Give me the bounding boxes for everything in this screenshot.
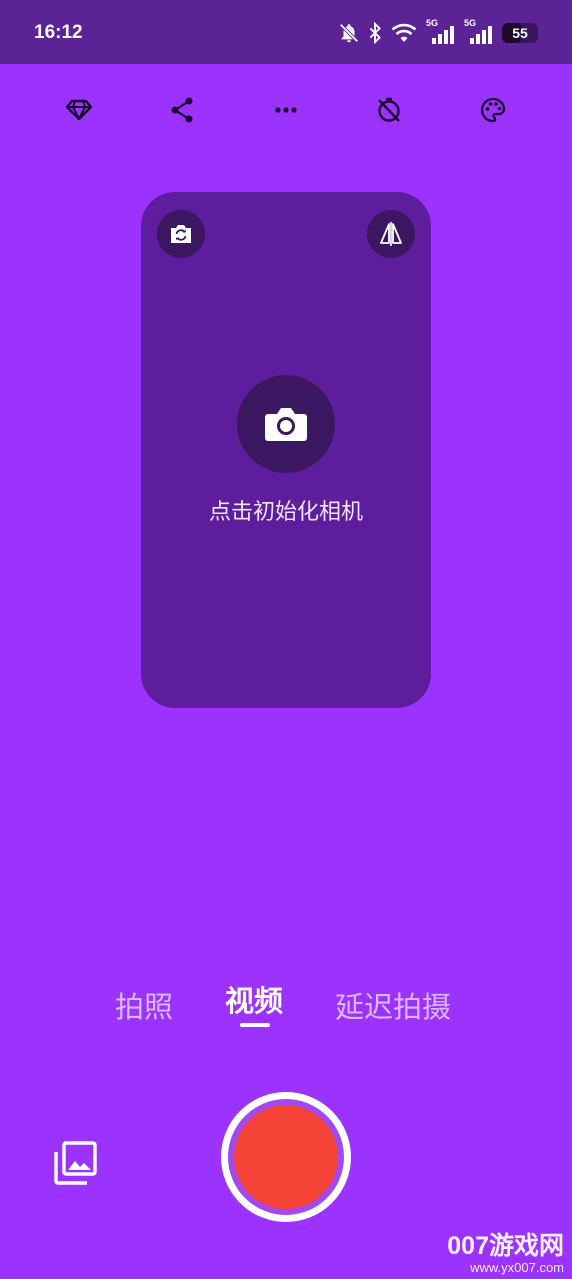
init-camera-button[interactable] <box>237 375 335 473</box>
init-camera-label[interactable]: 点击初始化相机 <box>141 494 431 526</box>
record-button-inner <box>234 1105 338 1209</box>
signal-5g-icon: 5G <box>426 18 456 46</box>
diamond-icon <box>66 99 92 121</box>
status-icons: 5G 5G 55 <box>338 18 538 48</box>
gallery-icon <box>54 1141 97 1185</box>
gallery-button[interactable] <box>50 1138 100 1188</box>
mode-video[interactable]: 视频 <box>225 978 283 1020</box>
top-toolbar <box>0 88 572 132</box>
premium-button[interactable] <box>57 88 101 132</box>
battery-level: 55 <box>512 25 528 41</box>
mirror-button[interactable] <box>367 210 415 258</box>
share-button[interactable] <box>160 88 204 132</box>
mirror-flip-icon <box>380 222 402 246</box>
more-button[interactable] <box>264 88 308 132</box>
record-button[interactable] <box>221 1092 351 1222</box>
timer-off-icon <box>378 97 400 122</box>
battery-icon: 55 <box>502 23 538 43</box>
bluetooth-icon <box>369 22 381 44</box>
camera-icon <box>265 408 307 441</box>
watermark-title: 007游戏网 <box>447 1232 564 1260</box>
switch-camera-icon <box>171 225 191 243</box>
status-time: 16:12 <box>34 22 83 43</box>
watermark-url: www.yx007.com <box>470 1260 564 1275</box>
active-mode-indicator <box>240 1023 270 1027</box>
signal-5g-icon: 5G <box>464 18 494 46</box>
mode-selector: 拍照 视频 延迟拍摄 <box>0 978 572 1038</box>
bell-off-icon <box>339 23 359 43</box>
mode-photo[interactable]: 拍照 <box>115 984 173 1026</box>
theme-button[interactable] <box>471 88 515 132</box>
more-icon <box>275 107 297 113</box>
watermark: 007游戏网 www.yx007.com <box>447 1232 564 1275</box>
status-bar: 16:12 5G 5G 55 <box>0 0 572 64</box>
palette-icon <box>480 97 506 123</box>
share-icon <box>171 97 193 123</box>
switch-camera-button[interactable] <box>157 210 205 258</box>
camera-preview[interactable]: 点击初始化相机 <box>141 192 431 708</box>
mode-delayed[interactable]: 延迟拍摄 <box>335 984 451 1026</box>
timer-off-button[interactable] <box>367 88 411 132</box>
wifi-icon <box>391 23 417 42</box>
